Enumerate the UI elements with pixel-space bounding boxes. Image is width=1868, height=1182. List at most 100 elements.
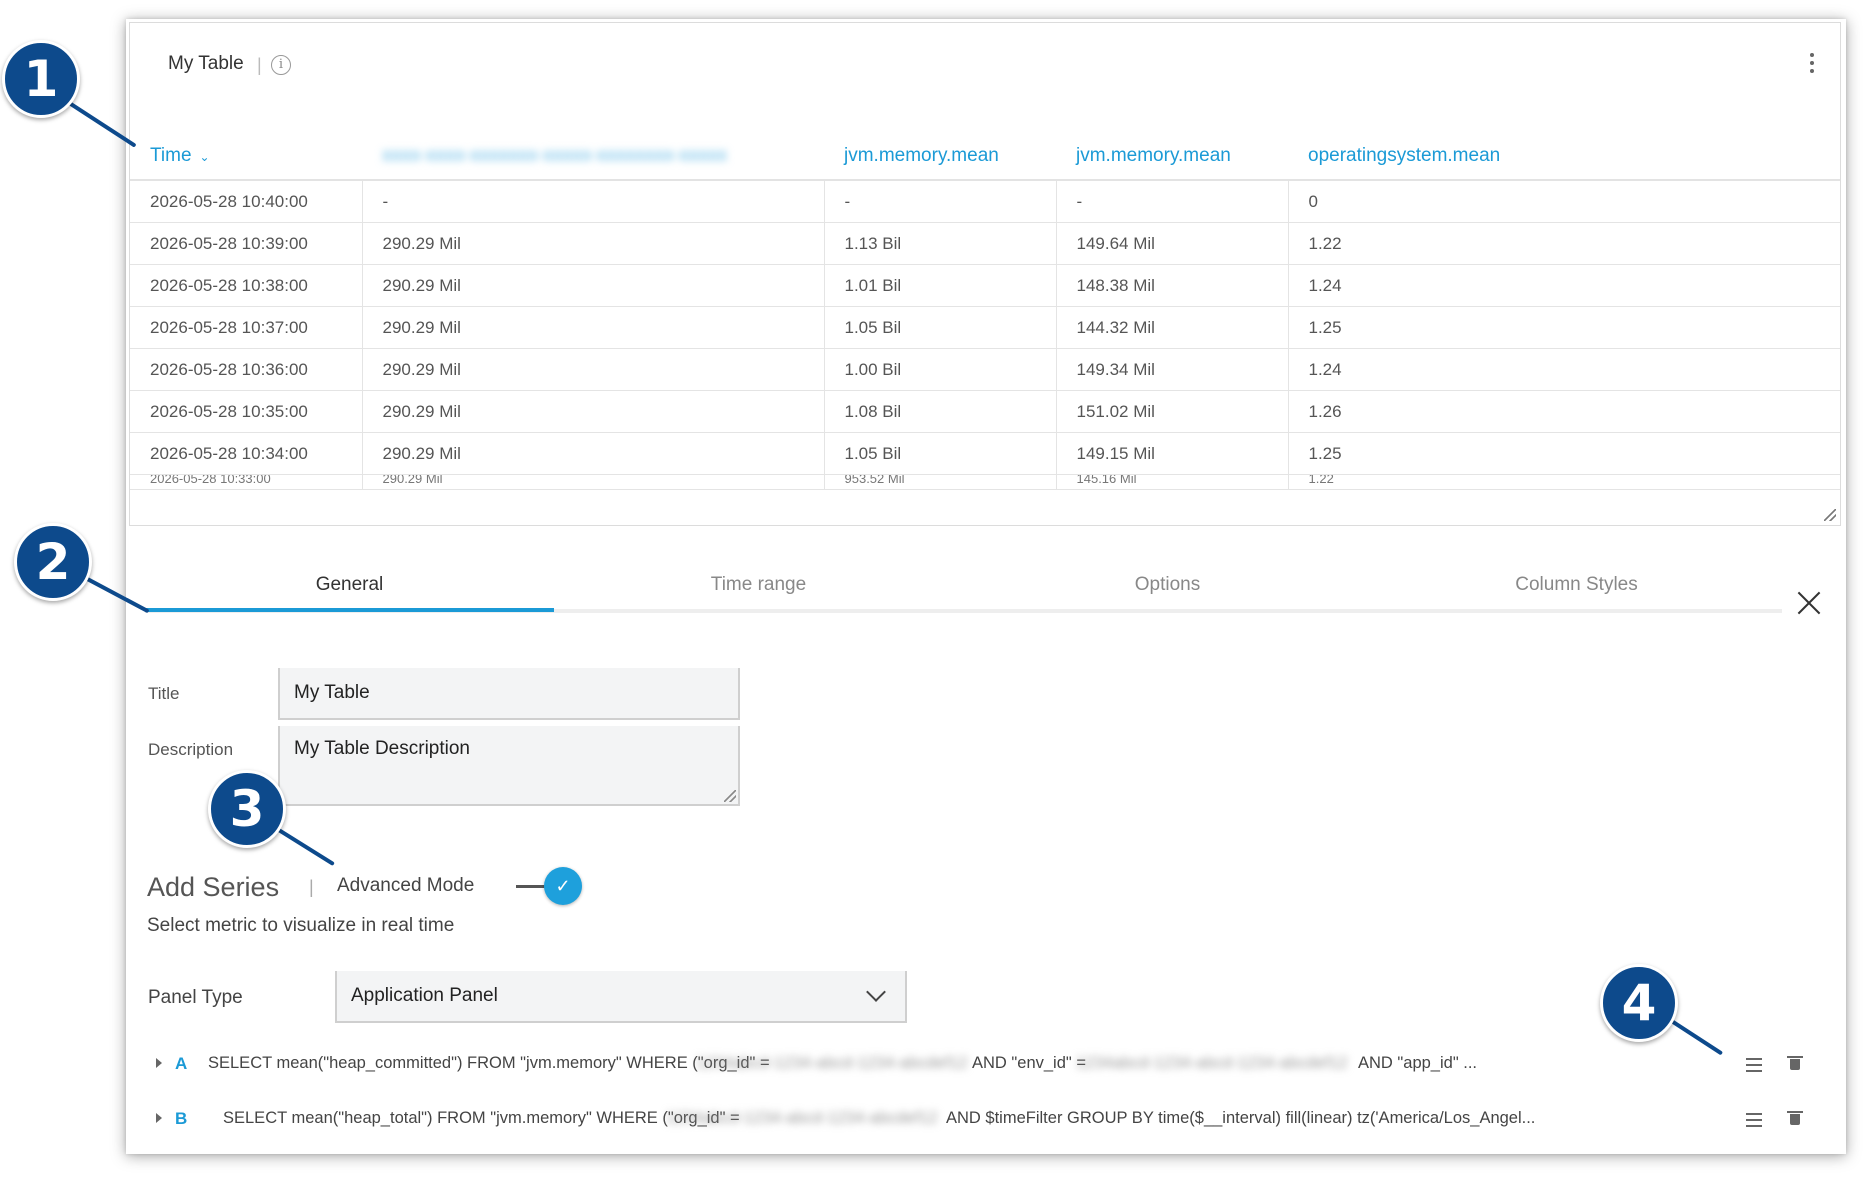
query-text: AND $timeFilter GROUP BY time($__interva… (946, 1109, 1536, 1127)
close-icon[interactable] (1797, 591, 1821, 615)
table-cell: 2026-05-28 10:36:00 (130, 348, 363, 391)
table-cell: 148.38 Mil (1056, 264, 1289, 307)
query-text: AND "env_id" = (972, 1054, 1086, 1072)
table-cell: 1.05 Bil (824, 306, 1057, 349)
table-header-row: Time ⌄ xxxx-xxxx-xxxxxxx-xxxxx-xxxxxxxx-x… (130, 133, 1840, 181)
column-header-jvm-memory-mean-2[interactable]: jvm.memory.mean (1056, 133, 1288, 181)
table-cell: 145.16 Mil (1056, 474, 1289, 490)
query-text: AND "app_id" ... (1358, 1054, 1478, 1072)
description-textarea[interactable]: My Table Description (278, 726, 740, 806)
query-row-a[interactable]: A SELECT mean("heap_committed") FROM "jv… (126, 1052, 1826, 1082)
tab-time-range[interactable]: Time range (554, 574, 963, 596)
table-cell: - (824, 180, 1057, 223)
table-cell: 1.24 (1288, 264, 1840, 307)
chevron-down-icon (866, 982, 886, 1002)
table-cell: 1.08 Bil (824, 390, 1057, 433)
table-cell: - (1056, 180, 1289, 223)
table-cell: 1.22 (1288, 222, 1840, 265)
table-cell: 290.29 Mil (362, 474, 825, 490)
kebab-menu-icon[interactable] (1810, 53, 1816, 77)
table-row: 2026-05-28 10:37:00 290.29 Mil 1.05 Bil … (130, 306, 1840, 349)
table-cell: 149.34 Mil (1056, 348, 1289, 391)
query-letter: B (175, 1109, 188, 1128)
table-cell: - (362, 180, 825, 223)
blurred-env-id: 1234abcd-1234-abcd-1234-abcdef12 (1076, 1054, 1348, 1072)
callout-badge-3: 3 (208, 770, 286, 848)
trash-icon[interactable] (1787, 1111, 1803, 1125)
table-cell: 2026-05-28 10:37:00 (130, 306, 363, 349)
table-panel: My Table | i Time ⌄ xxxx-xxxx-xxxxxxx-xxx… (129, 22, 1841, 526)
tab-column-styles[interactable]: Column Styles (1372, 574, 1781, 596)
column-header-operatingsystem-mean[interactable]: operatingsystem.mean (1288, 133, 1840, 181)
panel-editor-card: My Table | i Time ⌄ xxxx-xxxx-xxxxxxx-xxx… (126, 19, 1846, 1154)
reorder-icon[interactable] (1746, 1113, 1762, 1131)
title-label: Title (148, 684, 180, 703)
callout-badge-2: 2 (14, 523, 92, 601)
description-label: Description (148, 740, 234, 759)
table-cell: 1.25 (1288, 432, 1840, 475)
table-cell: 149.15 Mil (1056, 432, 1289, 475)
table-cell: 1.26 (1288, 390, 1840, 433)
table-cell: 144.32 Mil (1056, 306, 1289, 349)
panel-resize-handle[interactable] (1824, 509, 1836, 521)
table-cell: 290.29 Mil (362, 264, 825, 307)
expand-arrow-icon[interactable] (156, 1058, 162, 1068)
column-header-time[interactable]: Time ⌄ (130, 133, 362, 181)
advanced-mode-toggle[interactable]: ✓ (544, 867, 582, 905)
textarea-resize-handle[interactable] (724, 790, 736, 802)
advanced-mode-label: Advanced Mode (337, 875, 475, 896)
column-header-blurred[interactable]: xxxx-xxxx-xxxxxxx-xxxxx-xxxxxxxx-xxxxx (362, 133, 824, 181)
panel-type-label: Panel Type (148, 987, 243, 1008)
column-header-jvm-memory-mean-1[interactable]: jvm.memory.mean (824, 133, 1056, 181)
table-cell: 2026-05-28 10:38:00 (130, 264, 363, 307)
table-row: 2026-05-28 10:39:00 290.29 Mil 1.13 Bil … (130, 222, 1840, 265)
table-cell: 1.25 (1288, 306, 1840, 349)
table-cell: 290.29 Mil (362, 306, 825, 349)
table-row: 2026-05-28 10:34:00 290.29 Mil 1.05 Bil … (130, 432, 1840, 475)
tab-options[interactable]: Options (963, 574, 1372, 596)
add-series-subtitle: Select metric to visualize in real time (147, 915, 455, 936)
table-cell: 0 (1288, 180, 1840, 223)
data-table: Time ⌄ xxxx-xxxx-xxxxxxx-xxxxx-xxxxxxxx-x… (130, 133, 1840, 490)
table-cell: 2026-05-28 10:35:00 (130, 390, 363, 433)
table-cell: 2026-05-28 10:34:00 (130, 432, 363, 475)
table-cell: 1.05 Bil (824, 432, 1057, 475)
panel-type-value: Application Panel (351, 985, 498, 1006)
trash-icon[interactable] (1787, 1056, 1803, 1070)
query-row-b[interactable]: B SELECT mean("heap_total") FROM "jvm.me… (126, 1107, 1826, 1137)
expand-arrow-icon[interactable] (156, 1113, 162, 1123)
table-cell: 290.29 Mil (362, 348, 825, 391)
table-cell: 1.13 Bil (824, 222, 1057, 265)
table-cell: 2026-05-28 10:39:00 (130, 222, 363, 265)
tab-general[interactable]: General (145, 574, 554, 612)
title-separator: | (257, 55, 262, 75)
table-cell: 290.29 Mil (362, 390, 825, 433)
table-cell: 1.22 (1288, 474, 1840, 490)
reorder-icon[interactable] (1746, 1058, 1762, 1076)
table-cell: 1.00 Bil (824, 348, 1057, 391)
table-cell: 1.01 Bil (824, 264, 1057, 307)
callout-badge-1: 1 (2, 40, 80, 118)
panel-title: My Table (168, 53, 244, 74)
table-cell: 151.02 Mil (1056, 390, 1289, 433)
table-row: 2026-05-28 10:40:00 - - - 0 (130, 180, 1840, 223)
add-series-separator: | (309, 877, 314, 897)
table-row-partial: 2026-05-28 10:33:00 290.29 Mil 953.52 Mi… (130, 474, 1840, 490)
table-cell: 1.24 (1288, 348, 1840, 391)
blurred-org-id: 1234abcd-1234-abcd-1234-abcdef12 (696, 1054, 968, 1072)
panel-type-select[interactable]: Application Panel (335, 971, 907, 1023)
info-icon[interactable]: i (271, 55, 291, 75)
editor-tabs: General Time range Options Column Styles (145, 574, 1782, 613)
table-row: 2026-05-28 10:35:00 290.29 Mil 1.08 Bil … (130, 390, 1840, 433)
callout-badge-4: 4 (1600, 964, 1678, 1042)
query-text: SELECT mean("heap_committed") FROM "jvm.… (208, 1054, 770, 1072)
add-series-heading: Add Series (147, 872, 280, 902)
table-cell: 953.52 Mil (824, 474, 1057, 490)
sort-caret-icon[interactable]: ⌄ (200, 150, 210, 164)
table-row: 2026-05-28 10:36:00 290.29 Mil 1.00 Bil … (130, 348, 1840, 391)
table-cell: 290.29 Mil (362, 432, 825, 475)
query-text: SELECT mean("heap_total") FROM "jvm.memo… (223, 1109, 740, 1127)
query-letter: A (175, 1054, 188, 1073)
title-input[interactable] (278, 668, 740, 720)
table-cell: 149.64 Mil (1056, 222, 1289, 265)
